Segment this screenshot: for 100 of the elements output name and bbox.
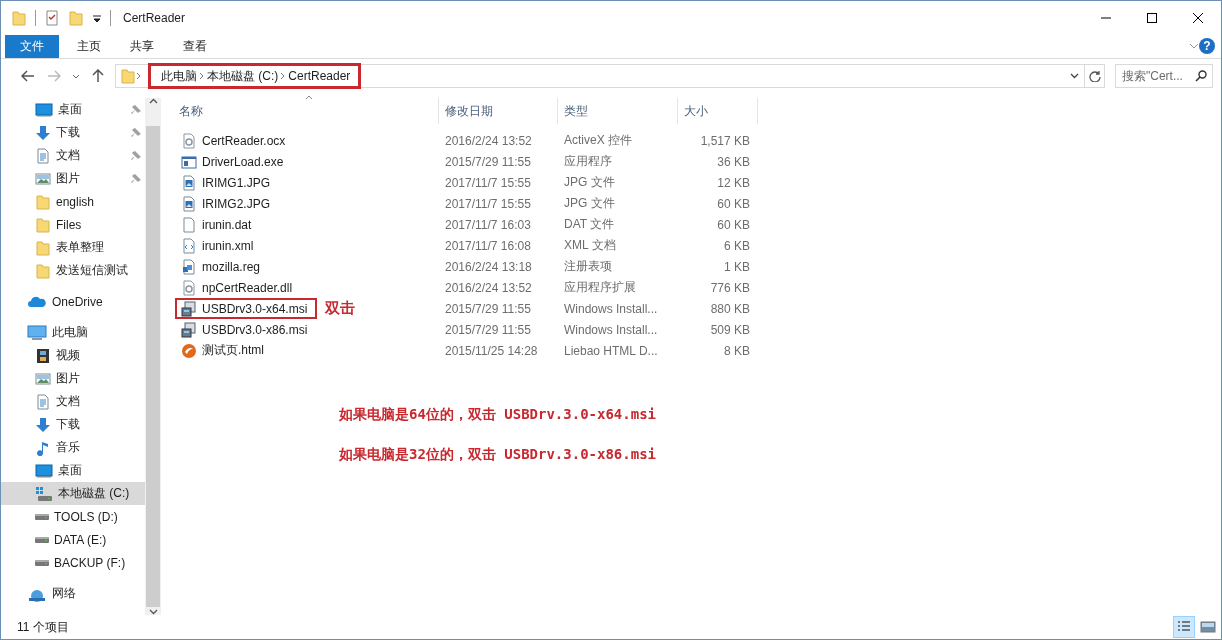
down-arrow-icon bbox=[35, 416, 51, 433]
ribbon-tab[interactable]: 共享 bbox=[118, 34, 166, 58]
sidebar-item[interactable]: 桌面 bbox=[1, 459, 145, 482]
registry-file-icon bbox=[181, 258, 197, 275]
breadcrumb-item[interactable]: CertReader bbox=[286, 69, 353, 83]
size-cell-text: 12 KB bbox=[716, 175, 751, 190]
highlight-frame[interactable]: USBDrv3.0-x64.msi bbox=[175, 298, 318, 319]
size-cell-text: 36 KB bbox=[716, 154, 751, 169]
sidebar-item[interactable]: 音乐 bbox=[1, 436, 145, 459]
blank-file-icon bbox=[181, 216, 197, 233]
view-button[interactable] bbox=[1173, 616, 1195, 638]
date-cell-text: 2016/2/24 13:52 bbox=[444, 133, 533, 148]
type-cell-text: ActiveX 控件 bbox=[563, 132, 633, 149]
file-name: 测试页.html bbox=[202, 342, 264, 359]
file-name[interactable]: DriverLoad.exe bbox=[175, 151, 294, 172]
help-button[interactable]: ? bbox=[1199, 38, 1215, 54]
type-cell-text: JPG 文件 bbox=[563, 174, 616, 191]
ribbon-tab[interactable]: 查看 bbox=[171, 34, 219, 58]
sidebar-item[interactable]: 此电脑 bbox=[1, 321, 145, 344]
item-count: 11 个项目 bbox=[17, 618, 69, 636]
sidebar-item[interactable]: 文档 bbox=[1, 144, 145, 167]
scroll-down-icon bbox=[148, 609, 158, 615]
date-cell-text: 2015/7/29 11:55 bbox=[444, 301, 532, 316]
type-cell-text: 应用程序 bbox=[563, 153, 613, 170]
folder-icon bbox=[35, 239, 51, 256]
folder-icon bbox=[68, 9, 84, 26]
column-header[interactable]: 类型 bbox=[558, 98, 678, 124]
chevron-down-icon bbox=[1069, 73, 1079, 79]
date-cell-text: 2017/11/7 15:55 bbox=[444, 196, 532, 211]
sidebar-item[interactable]: 图片 bbox=[1, 167, 145, 190]
size-cell-text: 509 KB bbox=[709, 322, 751, 337]
sidebar-item[interactable]: 桌面 bbox=[1, 98, 145, 121]
breadcrumb-item[interactable]: 本地磁盘 (C:) bbox=[205, 67, 281, 85]
music-note-icon bbox=[35, 439, 51, 456]
file-name[interactable]: npCertReader.dll bbox=[175, 277, 303, 298]
ribbon-tab[interactable]: 文件 bbox=[5, 34, 59, 58]
properties-icon bbox=[44, 9, 60, 26]
file-name: IRIMG1.JPG bbox=[202, 175, 270, 190]
file-name[interactable]: CertReader.ocx bbox=[175, 130, 296, 151]
type-cell-text: 应用程序扩展 bbox=[563, 279, 637, 296]
sidebar-item[interactable]: 视频 bbox=[1, 344, 145, 367]
column-header[interactable]: 大小 bbox=[678, 98, 758, 124]
sidebar-item[interactable]: english bbox=[1, 190, 145, 213]
sidebar-item[interactable]: 本地磁盘 (C:) bbox=[1, 482, 145, 505]
dropdown-icon bbox=[92, 12, 102, 23]
image-file-icon bbox=[181, 195, 197, 212]
sidebar-item[interactable]: DATA (E:) bbox=[1, 528, 145, 551]
size-cell-text: 60 KB bbox=[716, 196, 751, 211]
gear-document-icon bbox=[181, 279, 197, 296]
file-name[interactable]: mozilla.reg bbox=[175, 256, 271, 277]
search-field[interactable]: 搜索"Cert... bbox=[1115, 64, 1213, 88]
monitor-icon bbox=[35, 462, 53, 479]
sidebar-item[interactable]: 下载 bbox=[1, 121, 145, 144]
sidebar-item[interactable]: 发送短信测试 bbox=[1, 259, 145, 282]
file-name[interactable]: USBDrv3.0-x86.msi bbox=[175, 319, 318, 340]
size-cell-text: 60 KB bbox=[716, 217, 751, 232]
window-icon bbox=[181, 153, 197, 170]
back-arrow-icon bbox=[21, 70, 35, 82]
size-cell-text: 880 KB bbox=[709, 301, 751, 316]
file-name: irunin.xml bbox=[202, 238, 254, 253]
type-cell-text: 注册表项 bbox=[563, 258, 613, 275]
type-cell-text: Liebao HTML D... bbox=[563, 343, 659, 358]
sidebar-item[interactable]: TOOLS (D:) bbox=[1, 505, 145, 528]
column-header[interactable]: 名称 bbox=[179, 98, 439, 124]
file-name: npCertReader.dll bbox=[202, 280, 293, 295]
maximize-icon bbox=[1147, 12, 1157, 23]
folder-icon bbox=[35, 262, 51, 279]
scrollbar[interactable] bbox=[145, 98, 161, 615]
document-icon bbox=[35, 147, 51, 164]
monitor-icon bbox=[35, 101, 53, 118]
sidebar-item[interactable]: BACKUP (F:) bbox=[1, 551, 145, 574]
refresh-button[interactable] bbox=[1084, 65, 1104, 87]
sidebar-item[interactable]: OneDrive bbox=[1, 290, 145, 313]
refresh-icon bbox=[1088, 70, 1101, 82]
address-bar[interactable]: 此电脑 本地磁盘 (C:) CertReader bbox=[115, 64, 1105, 88]
date-cell-text: 2017/11/7 16:08 bbox=[444, 238, 532, 253]
sidebar-item[interactable]: 网络 bbox=[1, 582, 145, 605]
sidebar-item[interactable]: 表单整理 bbox=[1, 236, 145, 259]
date-cell-text: 2017/11/7 15:55 bbox=[444, 175, 532, 190]
file-name: IRIMG2.JPG bbox=[202, 196, 270, 211]
column-header[interactable]: 修改日期 bbox=[439, 98, 558, 124]
folder-icon bbox=[120, 68, 136, 84]
breadcrumb-item[interactable]: 此电脑 bbox=[159, 67, 199, 85]
ribbon-tab[interactable]: 主页 bbox=[65, 34, 113, 58]
file-name[interactable]: 测试页.html bbox=[175, 340, 274, 361]
xml-file-icon bbox=[181, 237, 197, 254]
scrollbar-thumb[interactable] bbox=[146, 126, 160, 607]
chevron-down-icon bbox=[72, 73, 80, 79]
file-name[interactable]: irunin.dat bbox=[175, 214, 262, 235]
file-name[interactable]: irunin.xml bbox=[175, 235, 264, 256]
size-cell-text: 776 KB bbox=[709, 280, 751, 295]
sidebar-item[interactable]: Files bbox=[1, 213, 145, 236]
sidebar-item[interactable]: 下载 bbox=[1, 413, 145, 436]
file-name[interactable]: IRIMG2.JPG bbox=[175, 193, 280, 214]
file-name[interactable]: IRIMG1.JPG bbox=[175, 172, 280, 193]
size-cell-text: 6 KB bbox=[723, 238, 751, 253]
sidebar-item[interactable]: 图片 bbox=[1, 367, 145, 390]
type-cell-text: Windows Install... bbox=[563, 301, 659, 316]
thumbnail-view-icon bbox=[1200, 620, 1216, 634]
sidebar-item[interactable]: 文档 bbox=[1, 390, 145, 413]
